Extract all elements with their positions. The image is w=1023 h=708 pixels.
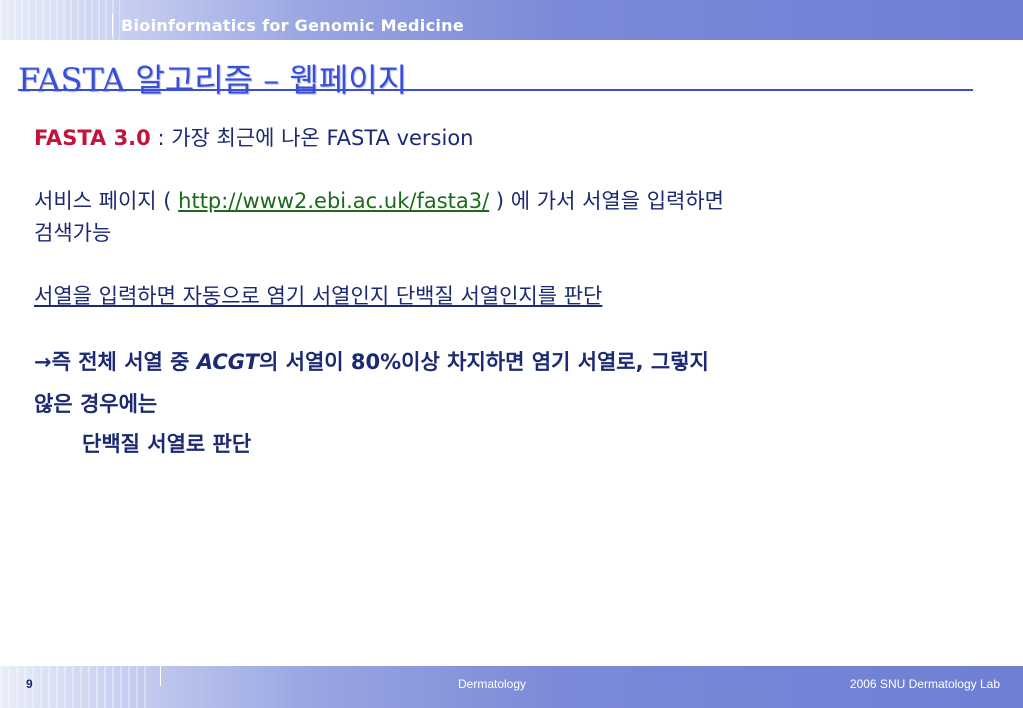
header-pattern (0, 0, 120, 40)
arrow-icon: → (34, 350, 52, 374)
header-divider (112, 14, 113, 36)
fasta3-link[interactable]: http://www2.ebi.ac.uk/fasta3/ (178, 189, 489, 213)
fasta-label: FASTA 3.0 (34, 126, 151, 150)
header-bar: Bioinformatics for Genomic Medicine (0, 0, 1023, 40)
footer-center-text: Dermatology (458, 677, 527, 691)
paren-close: ) (489, 189, 505, 213)
page-number: 9 (26, 677, 33, 691)
line1-korean: 가장 최근에 나온 (171, 126, 327, 150)
line-acgt-rule: →즉 전체 서열 중 ACGT의 서열이 80%이상 차지하면 염기 서열로, … (34, 346, 709, 376)
line5-a: 즉 전체 서열 중 (51, 350, 197, 374)
line2-post: 에 가서 서열을 입력하면 (504, 189, 724, 213)
acgt-text: ACGT (196, 350, 259, 374)
line-protein: 단백질 서열로 판단 (82, 432, 252, 456)
line5-b: 의 서열이 (259, 350, 351, 374)
footer-divider (160, 666, 161, 686)
footer-right-text: 2006 SNU Dermatology Lab (849, 677, 1000, 691)
line5-c: 이상 차지하면 염기 서열로, 그렇지 (401, 350, 709, 374)
line-otherwise: 않은 경우에는 (34, 392, 158, 416)
line1-english: FASTA version (326, 126, 474, 150)
pct-text: 80% (350, 350, 402, 374)
line-auto-detect: 서열을 입력하면 자동으로 염기 서열인지 단백질 서열인지를 판단 (34, 284, 603, 308)
title-rule (18, 89, 973, 91)
slide-title: FASTA 알고리즘 – 웹페이지 (18, 61, 408, 99)
footer-bar: 9 Dermatology 2006 SNU Dermatology Lab (0, 666, 1023, 708)
header-title: Bioinformatics for Genomic Medicine (121, 16, 464, 35)
footer-pattern (0, 666, 150, 708)
line-fasta-version: FASTA 3.0 : 가장 최근에 나온 FASTA version (34, 122, 473, 152)
separator: : (150, 126, 172, 150)
paren-open: ( (163, 189, 179, 213)
line-service-page: 서비스 페이지 ( http://www2.ebi.ac.uk/fasta3/ … (34, 185, 724, 215)
line2-pre: 서비스 페이지 (34, 189, 164, 213)
line-search-possible: 검색가능 (34, 221, 112, 245)
